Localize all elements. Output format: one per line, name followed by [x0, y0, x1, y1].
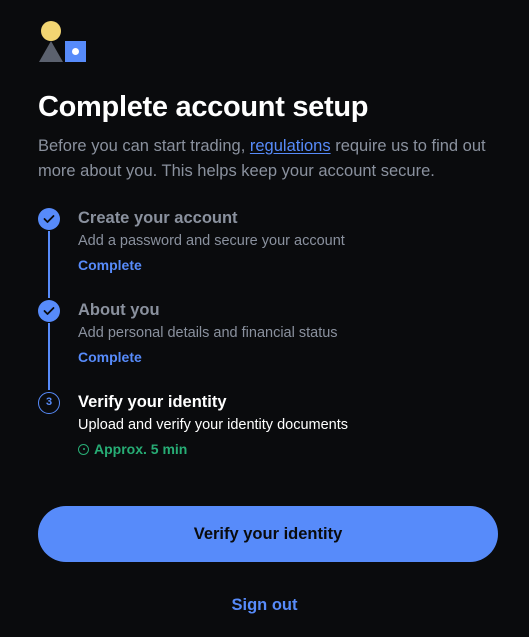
logo-triangle [39, 41, 63, 62]
check-icon [43, 307, 55, 315]
sign-out-button[interactable]: Sign out [0, 596, 529, 615]
intro-text: Before you can start trading, regulation… [38, 134, 494, 184]
step-title: Create your account [78, 209, 238, 227]
logo-circle [41, 21, 61, 41]
logo-square-dot [72, 48, 79, 55]
step-title: Verify your identity [78, 393, 227, 411]
step-complete-marker [38, 208, 60, 230]
step-time-label: Approx. 5 min [94, 441, 188, 457]
verify-identity-button[interactable]: Verify your identity [38, 506, 498, 562]
step-time-estimate: Approx. 5 min [78, 440, 187, 458]
account-setup-illustration-icon [39, 21, 86, 62]
step-description: Add a password and secure your account [78, 233, 345, 249]
regulations-link[interactable]: regulations [250, 137, 331, 155]
step-title: About you [78, 301, 160, 319]
step-create-account: Create your account Add a password and s… [38, 206, 498, 286]
step-status: Complete [78, 257, 142, 273]
check-icon [43, 215, 55, 223]
step-verify-identity: 3 Verify your identity Upload and verify… [38, 390, 498, 470]
account-setup-page: Complete account setup Before you can st… [0, 0, 529, 637]
page-title: Complete account setup [38, 91, 369, 123]
step-description: Upload and verify your identity document… [78, 417, 349, 433]
clock-icon [78, 443, 89, 455]
step-about-you: About you Add personal details and finan… [38, 298, 498, 378]
step-description: Add personal details and financial statu… [78, 325, 338, 341]
step-complete-marker [38, 300, 60, 322]
step-number-marker: 3 [38, 392, 60, 414]
step-status: Complete [78, 349, 142, 365]
intro-text-start: Before you can start trading, [38, 137, 250, 155]
